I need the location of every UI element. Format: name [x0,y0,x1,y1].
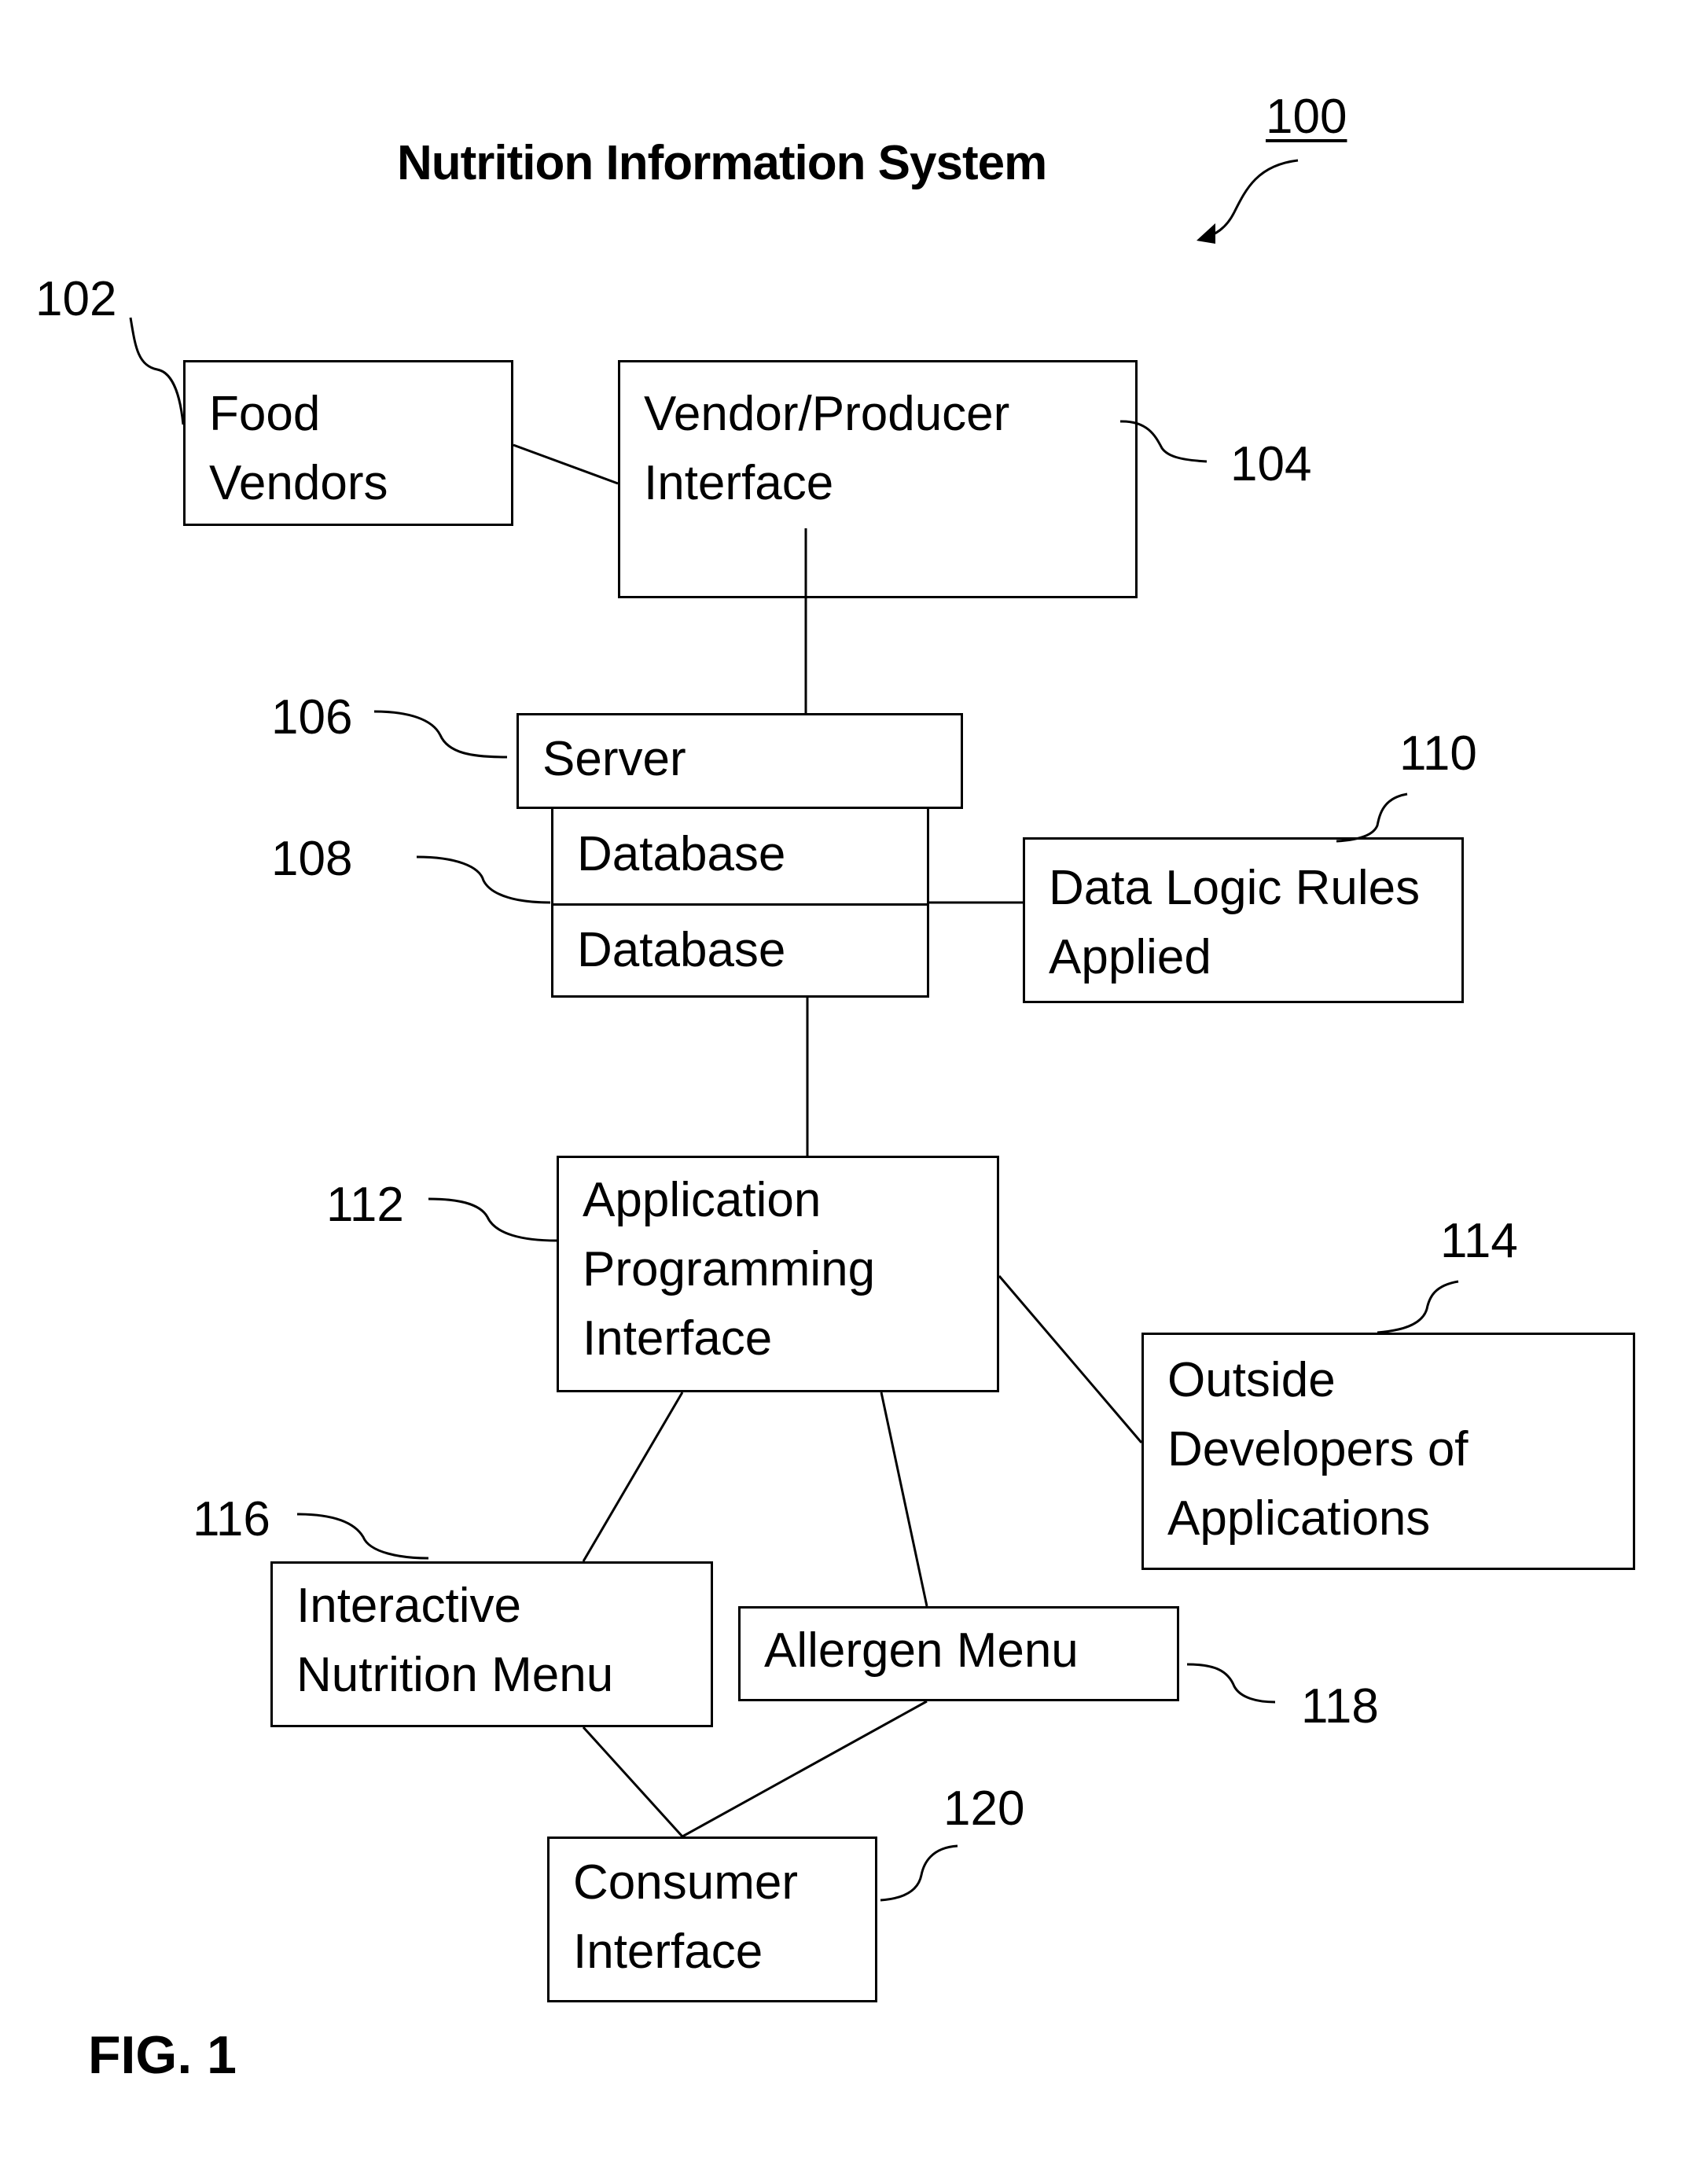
leader-120 [880,1844,958,1902]
outside-dev-label-line3: Applications [1167,1491,1431,1546]
database-divider [553,903,927,906]
interactive-menu-label-line2: Nutrition Menu [296,1648,614,1702]
edge-api-to-allergen-menu [880,1392,928,1607]
edge-allergen-menu-to-consumer [682,1700,928,1838]
outside-dev-label-line2: Developers of [1167,1422,1469,1476]
api-label-line3: Interface [583,1311,773,1366]
ref-label-100: 100 [1266,90,1347,144]
api-box[interactable]: Application Programming Interface [557,1156,999,1392]
consumer-interface-box[interactable]: Consumer Interface [547,1837,877,2002]
leader-116 [296,1513,429,1560]
food-vendors-label-line1: Food [209,387,321,441]
food-vendors-label-line2: Vendors [209,456,388,510]
database-label-2: Database [577,923,786,977]
ref-label-108: 108 [271,832,353,886]
arrowhead-100-icon [1197,223,1215,244]
database-label-1: Database [577,827,786,881]
ref-label-116: 116 [193,1492,270,1546]
ref-label-120: 120 [943,1781,1025,1836]
consumer-label-line1: Consumer [573,1855,798,1910]
edge-api-to-interactive-menu [582,1392,684,1562]
allergen-menu-box[interactable]: Allergen Menu [738,1606,1179,1701]
data-logic-rules-box[interactable]: Data Logic Rules Applied [1023,837,1464,1003]
figure-label: FIG. 1 [88,2025,237,2085]
leader-112 [428,1197,557,1242]
allergen-menu-label: Allergen Menu [764,1623,1079,1678]
leader-118 [1186,1663,1276,1704]
ref-label-118: 118 [1301,1679,1379,1734]
ref-label-106: 106 [271,690,353,745]
leader-102 [129,317,185,425]
leader-114 [1377,1280,1459,1334]
leader-100 [1202,159,1299,239]
vendor-interface-label-line2: Interface [644,456,834,510]
ref-label-104: 104 [1230,437,1312,491]
interactive-menu-label-line1: Interactive [296,1579,522,1633]
vendor-producer-interface-box[interactable]: Vendor/Producer Interface [618,360,1138,598]
leader-108 [416,855,551,904]
data-logic-label-line1: Data Logic Rules [1049,861,1421,915]
leader-106 [373,710,508,759]
edge-api-to-outside-developers [998,1275,1143,1443]
database-box[interactable]: Database Database [551,807,929,998]
data-logic-label-line2: Applied [1049,930,1211,984]
server-label: Server [542,732,686,786]
ref-label-112: 112 [326,1178,404,1232]
outside-developers-box[interactable]: Outside Developers of Applications [1141,1333,1635,1570]
ref-label-110: 110 [1399,726,1477,781]
leader-110 [1336,792,1408,843]
food-vendors-box[interactable]: Food Vendors [183,360,513,526]
api-label-line1: Application [583,1173,822,1227]
interactive-nutrition-menu-box[interactable]: Interactive Nutrition Menu [270,1561,713,1727]
ref-label-114: 114 [1440,1214,1518,1268]
edge-interactive-menu-to-consumer [582,1726,684,1838]
diagram-title: Nutrition Information System [397,136,1047,190]
edge-food-vendors-to-vendor-interface [513,443,619,485]
consumer-label-line2: Interface [573,1925,763,1979]
outside-dev-label-line1: Outside [1167,1353,1336,1407]
api-label-line2: Programming [583,1242,876,1296]
ref-label-102: 102 [35,272,117,326]
vendor-interface-label-line1: Vendor/Producer [644,387,1010,441]
server-box[interactable]: Server [516,713,963,809]
